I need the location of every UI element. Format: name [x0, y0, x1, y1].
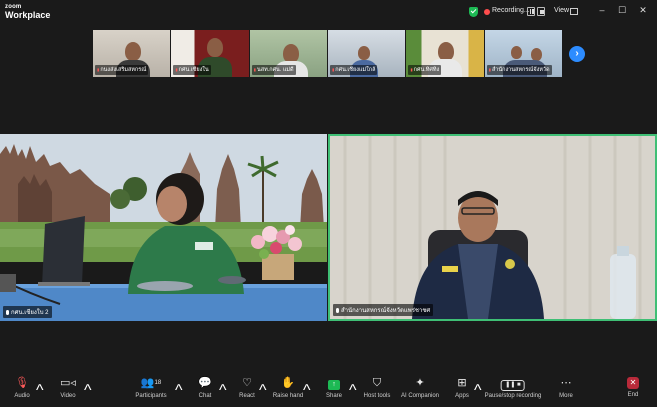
end-meeting-button[interactable]: ✕ End: [627, 376, 639, 398]
video-tile-left[interactable]: กศน.เชียงใบ 2: [0, 134, 327, 321]
maximize-button[interactable]: ☐: [615, 5, 629, 16]
chat-button[interactable]: 💬 Chat: [198, 376, 212, 399]
apps-button[interactable]: ⊞ Apps: [455, 376, 469, 399]
video-options-chevron-icon[interactable]: ^: [84, 382, 92, 400]
participants-button[interactable]: 👥18 Participants: [135, 376, 166, 399]
video-button[interactable]: ▭◃ Video: [60, 376, 76, 399]
participant-name-right: สำนักงานสหกรณ์จังหวัดแพร่ชาชศ: [333, 304, 434, 316]
share-label: Share: [325, 393, 343, 399]
hand-icon: ✋: [281, 377, 295, 389]
mic-icon: [6, 310, 9, 315]
share-button[interactable]: ↑ Share: [326, 376, 342, 399]
end-x-icon: ✕: [627, 377, 639, 389]
host-tools-label: Host tools: [363, 393, 391, 399]
pause-stop-recording-button[interactable]: ❚❚ ■ Pause/stop recording: [484, 376, 542, 399]
participant-thumbnail[interactable]: สำนักงานสหกรณ์จังหวัด: [484, 30, 563, 77]
participant-thumbnail[interactable]: กนงส่งเสริมสหกรณ์: [93, 30, 172, 77]
participant-thumbnail[interactable]: กศน.เชียงแม่ใกล้: [327, 30, 407, 77]
microphone-muted-icon: 🎙: [15, 377, 29, 389]
participant-thumbnail[interactable]: กศน.เซียงใน: [171, 30, 250, 77]
chat-label: Chat: [198, 393, 212, 399]
more-label: More: [559, 393, 573, 399]
thumbnail-name: นสท.กศน. แม่ดี: [251, 65, 296, 75]
participant-thumbnail[interactable]: กศน.ทิศทิง: [406, 30, 485, 77]
mic-icon: [336, 308, 339, 313]
app-logo: zoom Workplace: [5, 4, 50, 20]
participants-icon: 👥18: [140, 377, 162, 389]
audio-options-chevron-icon[interactable]: ^: [36, 382, 44, 400]
raise-hand-label: Raise hand: [272, 393, 304, 399]
shield-icon: ⛉: [372, 377, 382, 389]
thumbnail-name: กศน.เซียงใน: [173, 65, 211, 75]
heart-icon: ♡: [242, 377, 252, 389]
participants-label: Participants: [135, 393, 167, 399]
share-options-chevron-icon[interactable]: ^: [349, 382, 357, 400]
close-button[interactable]: ✕: [636, 5, 650, 16]
view-button[interactable]: View: [554, 7, 569, 14]
video-frame-left: [0, 134, 327, 321]
participant-thumbnail[interactable]: นสท.กศน. แม่ดี: [249, 30, 328, 77]
thumbnail-name: กนงส่งเสริมสหกรณ์: [95, 65, 149, 75]
meeting-toolbar: 🎙 Audio ^ ▭◃ Video ^ 👥18 Participants ^ …: [0, 372, 657, 407]
participant-name-text: สำนักงานสหกรณ์จังหวัดแพร่ชาชศ: [341, 308, 431, 314]
view-grid-icon[interactable]: [570, 8, 578, 15]
next-page-button[interactable]: ›: [569, 46, 585, 62]
minimize-button[interactable]: –: [595, 5, 609, 15]
video-frame-right: [330, 136, 655, 319]
recording-stop-button[interactable]: [537, 7, 545, 16]
audio-label: Audio: [14, 393, 30, 399]
chat-bubble-icon: 💬: [198, 377, 212, 389]
thumbnail-name: สำนักงานสหกรณ์จังหวัด: [486, 65, 552, 75]
apps-label: Apps: [455, 393, 469, 399]
video-camera-icon: ▭◃: [60, 377, 76, 389]
pause-stop-recording-label: Pause/stop recording: [484, 393, 542, 399]
share-screen-icon: ↑: [326, 376, 342, 390]
raise-hand-options-chevron-icon[interactable]: ^: [303, 382, 311, 400]
recording-dot-icon: [484, 9, 490, 15]
react-button[interactable]: ♡ React: [239, 376, 255, 399]
more-dots-icon: ⋯: [560, 377, 572, 389]
react-options-chevron-icon[interactable]: ^: [259, 382, 267, 400]
thumbnail-name: กศน.เชียงแม่ใกล้: [329, 65, 378, 75]
video-tile-right-active[interactable]: สำนักงานสหกรณ์จังหวัดแพร่ชาชศ: [328, 134, 657, 321]
thumbnail-name: กศน.ทิศทิง: [408, 65, 442, 75]
participant-thumbnail-strip: กนงส่งเสริมสหกรณ์ กศน.เซียงใน นสท.กศน. แ…: [93, 30, 563, 77]
encryption-shield-icon[interactable]: [469, 7, 478, 17]
title-bar: zoom Workplace Recording... View – ☐ ✕: [0, 0, 657, 24]
audio-button[interactable]: 🎙 Audio: [14, 376, 29, 399]
host-tools-button[interactable]: ⛉ Host tools: [364, 376, 391, 399]
logo-line2: Workplace: [5, 10, 51, 20]
ai-companion-label: AI Companion: [400, 393, 440, 399]
sparkle-icon: ✦: [415, 377, 425, 389]
participants-options-chevron-icon[interactable]: ^: [175, 382, 183, 400]
recording-status: Recording...: [492, 7, 530, 14]
more-button[interactable]: ⋯ More: [559, 376, 573, 399]
ai-companion-button[interactable]: ✦ AI Companion: [401, 376, 439, 399]
participant-name-left: กศน.เชียงใบ 2: [3, 306, 52, 318]
raise-hand-button[interactable]: ✋ Raise hand: [273, 376, 303, 399]
chat-options-chevron-icon[interactable]: ^: [219, 382, 227, 400]
participants-count: 18: [154, 380, 162, 386]
apps-grid-icon: ⊞: [457, 377, 467, 389]
participant-name-text: กศน.เชียงใบ 2: [11, 310, 49, 316]
end-label: End: [627, 392, 639, 398]
apps-options-chevron-icon[interactable]: ^: [474, 382, 482, 400]
recording-controls-icon: ❚❚ ■: [485, 376, 542, 391]
video-label: Video: [60, 393, 76, 399]
recording-pause-button[interactable]: [527, 7, 535, 16]
react-label: React: [239, 393, 255, 399]
